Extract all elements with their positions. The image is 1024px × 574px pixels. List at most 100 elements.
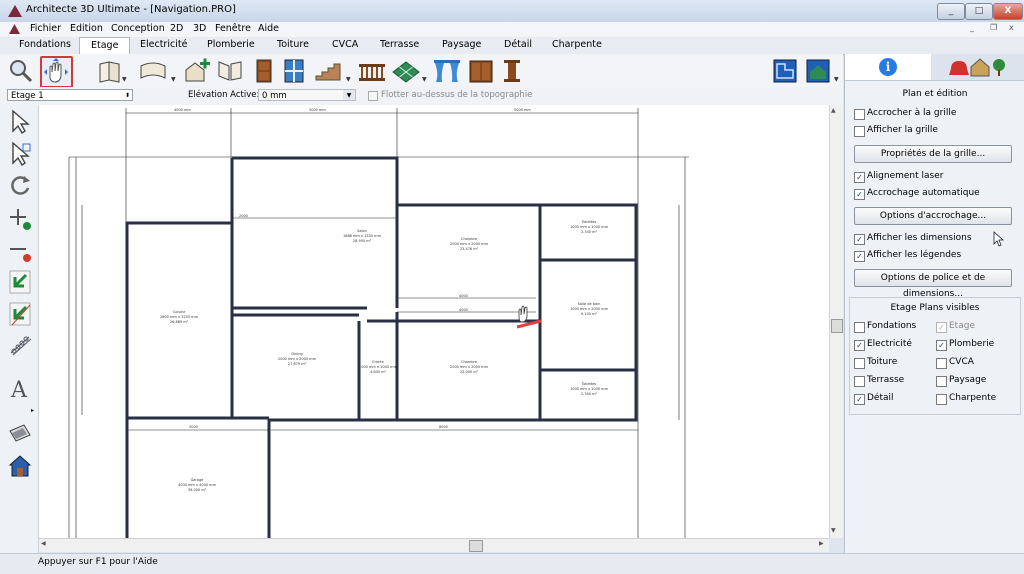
door-icon[interactable]	[253, 58, 277, 83]
stairs-icon[interactable]	[314, 58, 341, 82]
tab-cvca[interactable]: CVCA	[328, 39, 362, 50]
elevation-input[interactable]: 0 mm ▼	[258, 89, 356, 101]
room-dropdown-arrow[interactable]: ▼	[171, 76, 176, 83]
plan-fondations-checkbox[interactable]	[854, 322, 865, 333]
plan-canvas[interactable]: 4000 mm 3000 mm 5000 mm 2000 4000 4000 3000 8…	[39, 105, 829, 538]
add-point-icon[interactable]	[8, 205, 32, 231]
scroll-up-icon[interactable]: ▲	[831, 107, 836, 114]
horizontal-scrollbar[interactable]: ◀ ▶	[39, 538, 829, 552]
remove-point-icon[interactable]	[8, 237, 32, 263]
svg-text:Garage: Garage	[191, 478, 204, 482]
minimize-button[interactable]: _	[937, 3, 965, 20]
spinner-arrows-icon[interactable]: ⬍	[125, 90, 130, 102]
scroll-down-icon[interactable]: ▼	[831, 527, 836, 534]
auto-snap-checkbox[interactable]: ✓	[854, 189, 865, 200]
tab-electricite[interactable]: Electricité	[136, 39, 191, 50]
plan-view-icon[interactable]	[773, 58, 797, 83]
horizontal-scroll-thumb[interactable]	[469, 540, 483, 552]
plan-electricite-checkbox[interactable]: ✓	[854, 340, 865, 351]
house-view-icon[interactable]	[8, 453, 32, 479]
plan-detail-checkbox[interactable]: ✓	[854, 394, 865, 405]
panel-tab-info[interactable]: i	[845, 54, 931, 81]
zoom-icon[interactable]	[8, 58, 33, 83]
mdi-close-button[interactable]: x	[1009, 23, 1014, 32]
plan-paysage-checkbox[interactable]	[936, 376, 947, 387]
column-icon[interactable]	[502, 58, 526, 82]
plan-terrasse-checkbox[interactable]	[854, 376, 865, 387]
snap-grid-checkbox[interactable]	[854, 109, 865, 120]
tab-paysage[interactable]: Paysage	[438, 39, 485, 50]
select-arrow-icon[interactable]	[8, 109, 32, 135]
text-tool-icon[interactable]: A	[8, 375, 32, 403]
pan-hand-button[interactable]	[40, 56, 73, 88]
elevation-view-icon[interactable]	[806, 58, 830, 83]
text-flyout-arrow[interactable]: ▸	[31, 407, 34, 414]
plan-charpente-checkbox[interactable]	[936, 394, 947, 405]
vertical-scrollbar[interactable]: ▲ ▼	[829, 105, 843, 538]
tab-charpente[interactable]: Charpente	[548, 39, 606, 50]
wall-dropdown-arrow[interactable]: ▼	[122, 76, 127, 83]
tab-toiture[interactable]: Toiture	[273, 39, 313, 50]
visible-plans-title: Etage Plans visibles	[890, 303, 980, 313]
photo-frames-icon[interactable]	[8, 421, 32, 447]
multi-select-icon[interactable]	[8, 141, 32, 167]
tab-terrasse[interactable]: Terrasse	[376, 39, 423, 50]
mdi-minimize-button[interactable]: _	[970, 23, 974, 32]
menu-conception[interactable]: Conception	[111, 23, 165, 34]
svg-text:4000: 4000	[459, 308, 468, 312]
show-grid-checkbox[interactable]	[854, 126, 865, 137]
panel-tab-furniture[interactable]	[931, 54, 1024, 81]
railing-icon[interactable]	[357, 58, 385, 82]
mdi-restore-button[interactable]: ❐	[990, 23, 997, 32]
room-tool-icon[interactable]	[139, 58, 166, 82]
menu-3d[interactable]: 3D	[193, 23, 206, 34]
grid-properties-button[interactable]: Propriétés de la grille...	[854, 145, 1012, 163]
plan-cvca-checkbox[interactable]	[936, 358, 947, 369]
vertical-scroll-thumb[interactable]	[831, 319, 843, 333]
level-select[interactable]: Etage 1 ⬍	[7, 89, 133, 101]
menu-aide[interactable]: Aide	[258, 23, 279, 34]
view-dropdown-arrow[interactable]: ▼	[834, 76, 839, 83]
maximize-button[interactable]: □	[965, 3, 993, 20]
menu-edition[interactable]: Edition	[70, 23, 103, 34]
elevation-dropdown-icon[interactable]: ▼	[343, 90, 355, 100]
window-icon[interactable]	[283, 58, 307, 83]
plan-etage-checkbox: ✓	[936, 322, 947, 333]
plan-plomberie-checkbox[interactable]: ✓	[936, 340, 947, 351]
cabinet-icon[interactable]	[468, 58, 493, 83]
plan-toiture-checkbox[interactable]	[854, 358, 865, 369]
menu-fichier[interactable]: Fichier	[30, 23, 61, 34]
menu-2d[interactable]: 2D	[170, 23, 183, 34]
arrow-offset-icon[interactable]	[8, 301, 32, 327]
tab-plomberie[interactable]: Plomberie	[203, 39, 259, 50]
svg-text:2000: 2000	[239, 214, 248, 218]
tab-etage[interactable]: Etage	[79, 37, 131, 54]
show-legends-checkbox[interactable]: ✓	[854, 251, 865, 262]
tab-detail[interactable]: Détail	[500, 39, 536, 50]
status-bar: Appuyer sur F1 pour l'Aide	[0, 553, 1024, 574]
laser-align-checkbox[interactable]: ✓	[854, 172, 865, 183]
float-checkbox[interactable]	[368, 91, 378, 101]
dimension-lines	[68, 108, 689, 538]
arrow-down-left-icon[interactable]	[8, 269, 32, 295]
stairs-dropdown-arrow[interactable]: ▼	[346, 76, 351, 83]
tile-dropdown-arrow[interactable]: ▼	[422, 76, 427, 83]
menu-fenetre[interactable]: Fenêtre	[215, 23, 251, 34]
scroll-right-icon[interactable]: ▶	[819, 540, 824, 547]
cutout-icon[interactable]	[216, 58, 242, 82]
curtain-icon[interactable]	[433, 58, 460, 82]
tab-fondations[interactable]: Fondations	[15, 39, 75, 50]
dimension-icon[interactable]	[8, 333, 32, 359]
close-button[interactable]: X	[993, 3, 1023, 20]
elevation-label: Elévation Active:	[188, 90, 260, 100]
floor-tile-icon[interactable]	[391, 58, 420, 83]
show-dimensions-label: Afficher les dimensions	[867, 233, 972, 243]
wall-tool-icon[interactable]	[97, 58, 121, 83]
scroll-left-icon[interactable]: ◀	[41, 540, 46, 547]
add-room-icon[interactable]	[183, 58, 210, 82]
visible-plans-group: Etage Plans visibles Fondations ✓ Etage …	[849, 297, 1021, 415]
show-dimensions-checkbox[interactable]: ✓	[854, 234, 865, 245]
font-dimension-options-button[interactable]: Options de police et de dimensions...	[854, 269, 1012, 299]
snap-options-button[interactable]: Options d'accrochage...	[854, 207, 1012, 225]
rotate-icon[interactable]	[8, 173, 32, 199]
